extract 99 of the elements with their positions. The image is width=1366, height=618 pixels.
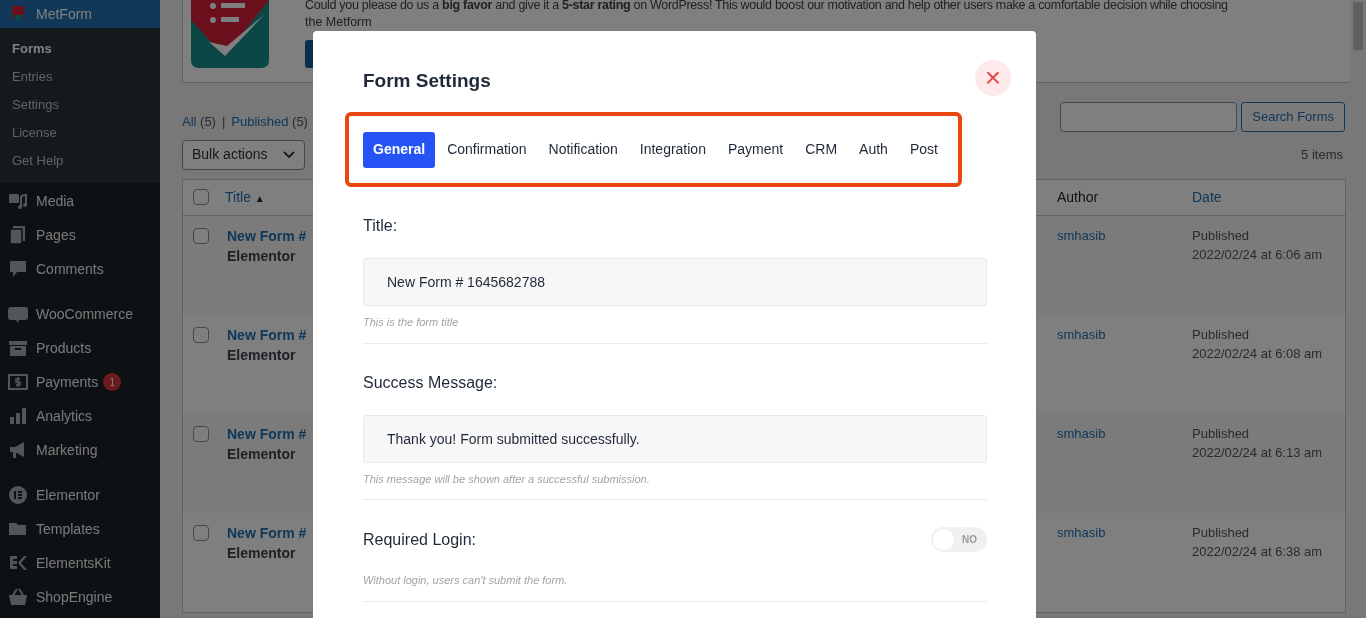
bar-chart-icon — [8, 406, 28, 426]
filter-link[interactable]: Published (5) — [231, 112, 308, 132]
field-hint: Without login, users can't submit the form. — [363, 573, 569, 588]
metform-icon — [10, 6, 26, 22]
post-status: Published — [1192, 325, 1251, 344]
chevron-down-icon — [283, 150, 295, 159]
post-status: Published — [1192, 226, 1251, 245]
submenu-item[interactable]: Get Help — [0, 147, 160, 175]
submenu-item[interactable]: License — [0, 119, 160, 147]
toggle-switch[interactable]: NO — [931, 527, 987, 552]
search-field[interactable] — [1060, 101, 1238, 132]
row-checkbox[interactable] — [193, 524, 209, 541]
basket-icon — [8, 587, 28, 607]
filter-link[interactable]: All (5) — [182, 112, 216, 132]
settings-tab[interactable]: CRM — [795, 131, 848, 168]
sidebar-item[interactable]: ElementsKit — [0, 546, 160, 580]
sidebar-item-label: Products — [36, 338, 92, 358]
sidebar-item[interactable]: Media — [0, 184, 160, 218]
sidebar-item-label: ElementsKit — [36, 553, 111, 573]
form-title-link[interactable]: New Form # — [227, 324, 307, 345]
form-builder: Elementor — [227, 246, 297, 266]
sidebar-item-label: Elementor — [36, 485, 100, 505]
select-all-checkbox[interactable] — [193, 189, 209, 205]
sidebar-item-label: Comments — [36, 259, 104, 279]
banner-message: Could you please do us a big favor and give it a 5-star rating on WordPress! This would boost our motivation and help other users make a comfortable decision while choosing — [305, 0, 1228, 14]
column-header: Author — [1057, 187, 1100, 207]
banner-message: the Metform — [305, 14, 372, 31]
submenu-item[interactable]: Settings — [0, 91, 160, 119]
sidebar-item-label: WooCommerce — [36, 304, 133, 324]
settings-tab[interactable]: Confirmation — [437, 131, 537, 168]
row-checkbox[interactable] — [193, 227, 209, 244]
sidebar-item[interactable]: Comments — [0, 252, 160, 286]
form-builder: Elementor — [227, 345, 297, 365]
search-forms-button[interactable]: Search Forms — [1241, 101, 1345, 132]
author-link[interactable]: smhasib — [1057, 423, 1192, 444]
sidebar-item-label: ShopEngine — [36, 587, 113, 607]
sidebar-item[interactable]: Payments 1 — [0, 365, 160, 399]
row-checkbox[interactable] — [193, 425, 209, 442]
elementor-icon — [8, 485, 28, 505]
field-hint: This is the form title — [363, 315, 460, 330]
form-title-link[interactable]: New Form # — [227, 423, 307, 444]
filter-separator: | — [221, 113, 226, 131]
form-title-link[interactable]: New Form # — [227, 225, 307, 246]
sidebar-item[interactable]: Templates — [0, 512, 160, 546]
column-header[interactable]: Title ▲ — [225, 186, 265, 208]
sidebar-item-label: Media — [36, 191, 75, 211]
sidebar-item[interactable]: WooCommerce — [0, 297, 160, 331]
field-hint: This message will be shown after a successful submission. — [363, 471, 651, 487]
post-status: Published — [1192, 424, 1251, 443]
settings-tab[interactable]: Integration — [629, 131, 716, 168]
author-link[interactable]: smhasib — [1057, 225, 1192, 246]
column-header[interactable]: Date — [1192, 186, 1345, 208]
notification-badge: 1 — [103, 373, 122, 391]
form-builder: Elementor — [227, 444, 297, 464]
sidebar-item[interactable]: Pages — [0, 218, 160, 252]
post-date: 2022/02/24 at 6:13 am — [1192, 443, 1324, 462]
close-button[interactable]: × — [975, 60, 1011, 96]
archive-box-icon — [8, 338, 28, 358]
field-label: Success Message: — [363, 372, 498, 393]
bulk-actions-select[interactable]: Bulk actions — [182, 139, 305, 170]
dialog-title: Form Settings — [363, 68, 491, 93]
media-icon — [8, 191, 28, 211]
sidebar-item-label: Analytics — [36, 406, 93, 426]
sidebar-item-label: Templates — [36, 519, 100, 539]
items-count: 5 items — [1301, 145, 1343, 164]
sidebar-item-label: Pages — [36, 225, 76, 245]
sidebar-item[interactable]: Marketing — [0, 433, 160, 467]
pages-icon — [8, 225, 28, 245]
post-date: 2022/02/24 at 6:06 am — [1192, 245, 1324, 264]
settings-tab[interactable]: Auth — [849, 131, 898, 168]
author-link[interactable]: smhasib — [1057, 324, 1192, 345]
post-date: 2022/02/24 at 6:38 am — [1192, 542, 1324, 561]
submenu-item[interactable]: Entries — [0, 63, 160, 91]
sidebar-item[interactable]: Products — [0, 331, 160, 365]
sidebar-item[interactable]: MetForm — [0, 0, 160, 28]
sidebar-item-label: MetForm — [36, 4, 92, 24]
comment-icon — [8, 259, 28, 279]
elementskit-icon — [8, 553, 28, 573]
post-date: 2022/02/24 at 6:08 am — [1192, 344, 1324, 363]
sidebar-item[interactable]: Analytics — [0, 399, 160, 433]
submenu-item[interactable]: Forms — [0, 35, 160, 63]
text-field[interactable]: New Form # 1645682788 — [363, 258, 987, 306]
post-status: Published — [1192, 523, 1251, 542]
sidebar-item[interactable]: ShopEngine — [0, 580, 160, 614]
form-builder: Elementor — [227, 543, 297, 563]
settings-tab[interactable]: General — [363, 131, 436, 168]
sidebar-item-label: Payments — [36, 372, 99, 392]
text-field[interactable]: Thank you! Form submitted successfully. — [363, 414, 987, 463]
form-title-link[interactable]: New Form # — [227, 522, 307, 543]
field-label: Title: — [363, 216, 398, 236]
settings-tab[interactable]: Notification — [538, 131, 628, 168]
dollar-icon — [8, 372, 28, 392]
settings-tab[interactable]: Post — [899, 131, 948, 168]
row-checkbox[interactable] — [193, 326, 209, 343]
sidebar-item-label: Marketing — [36, 440, 98, 460]
field-label: Required Login: — [363, 529, 476, 550]
sidebar-item[interactable]: Elementor — [0, 478, 160, 512]
settings-tab[interactable]: Payment — [717, 131, 794, 168]
author-link[interactable]: smhasib — [1057, 522, 1192, 543]
